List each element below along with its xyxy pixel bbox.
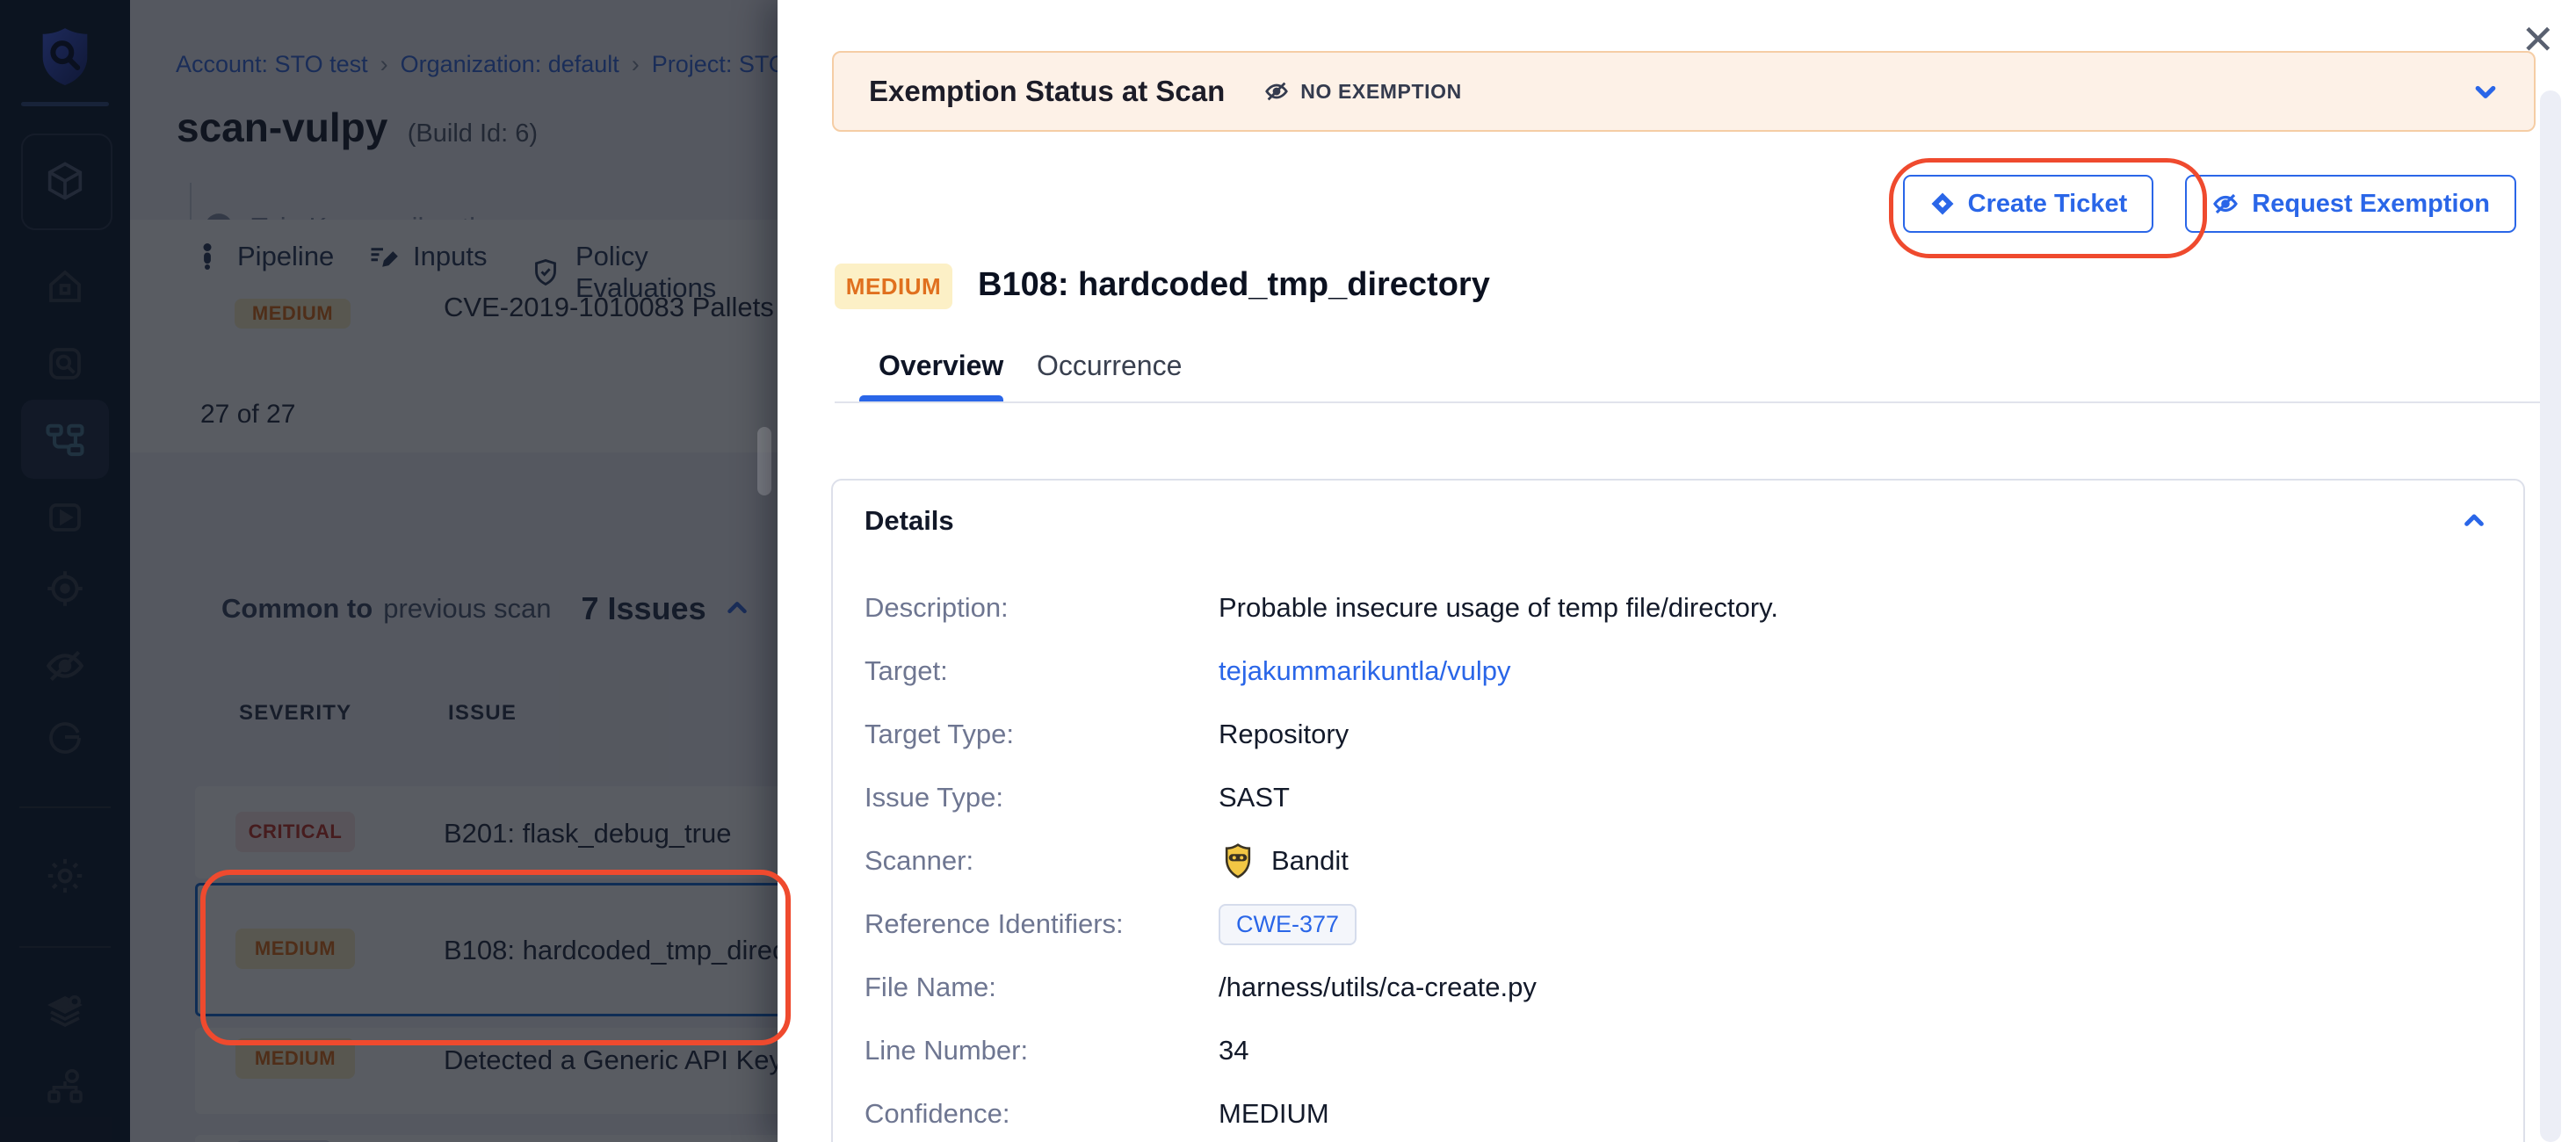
field-label: Target:: [865, 655, 1219, 687]
field-label: Confidence:: [865, 1098, 1219, 1130]
tab-divider-line: [835, 401, 2541, 403]
drawer-resize-handle[interactable]: [757, 427, 771, 495]
details-card: Details Description: Probable insecure u…: [831, 479, 2525, 1142]
details-card-title: Details: [865, 505, 954, 537]
issue-details-drawer: ✕ Exemption Status at Scan NO EXEMPTION …: [778, 0, 2576, 1142]
target-link[interactable]: tejakummarikuntla/vulpy: [1219, 655, 1511, 687]
exemption-status-banner[interactable]: Exemption Status at Scan NO EXEMPTION: [832, 51, 2536, 132]
cwe-chip[interactable]: CWE-377: [1219, 904, 1357, 945]
field-label: Target Type:: [865, 719, 1219, 750]
field-value: 34: [1219, 1035, 1248, 1066]
field-target: Target: tejakummarikuntla/vulpy: [865, 649, 1511, 693]
request-exemption-button[interactable]: Request Exemption: [2185, 175, 2516, 233]
field-issue-type: Issue Type: SAST: [865, 776, 1290, 820]
field-label: File Name:: [865, 972, 1219, 1003]
tab-overview[interactable]: Overview: [879, 350, 1003, 382]
scanner-name: Bandit: [1271, 845, 1349, 877]
request-exemption-label: Request Exemption: [2252, 190, 2490, 219]
field-target-type: Target Type: Repository: [865, 712, 1349, 756]
field-value: /harness/utils/ca-create.py: [1219, 972, 1537, 1003]
field-label: Scanner:: [865, 845, 1219, 877]
field-value: SAST: [1219, 782, 1290, 813]
eye-off-icon: [2211, 190, 2240, 218]
field-label: Description:: [865, 592, 1219, 624]
field-reference-identifiers: Reference Identifiers: CWE-377: [865, 902, 1357, 946]
chevron-up-icon[interactable]: [2457, 503, 2492, 538]
field-description: Description: Probable insecure usage of …: [865, 586, 1778, 630]
field-file-name: File Name: /harness/utils/ca-create.py: [865, 965, 1537, 1009]
field-label: Reference Identifiers:: [865, 908, 1219, 940]
app-window: Account: STO test › Organization: defaul…: [0, 0, 2576, 1142]
field-scanner: Scanner: Bandit: [865, 839, 1349, 883]
exemption-banner-title: Exemption Status at Scan: [869, 75, 1225, 108]
exemption-status-text: NO EXEMPTION: [1300, 80, 1462, 104]
annotation-ring-create-ticket: [1889, 158, 2207, 258]
field-value: Probable insecure usage of temp file/dir…: [1219, 592, 1778, 624]
field-confidence: Confidence: MEDIUM: [865, 1092, 1329, 1136]
eye-off-icon: [1263, 78, 1290, 105]
field-value: Repository: [1219, 719, 1349, 750]
annotation-ring-selected-issue: [200, 870, 791, 1045]
tab-occurrence[interactable]: Occurrence: [1037, 350, 1182, 382]
field-label: Line Number:: [865, 1035, 1219, 1066]
exemption-status-badge: NO EXEMPTION: [1263, 78, 1462, 105]
field-line-number: Line Number: 34: [865, 1029, 1248, 1073]
issue-severity-badge: MEDIUM: [835, 264, 952, 309]
drawer-scrollbar[interactable]: [2540, 90, 2561, 1142]
field-value: MEDIUM: [1219, 1098, 1329, 1130]
field-label: Issue Type:: [865, 782, 1219, 813]
chevron-down-icon[interactable]: [2467, 73, 2504, 110]
issue-title: B108: hardcoded_tmp_directory: [978, 266, 1490, 304]
bandit-scanner-icon: [1219, 842, 1257, 880]
